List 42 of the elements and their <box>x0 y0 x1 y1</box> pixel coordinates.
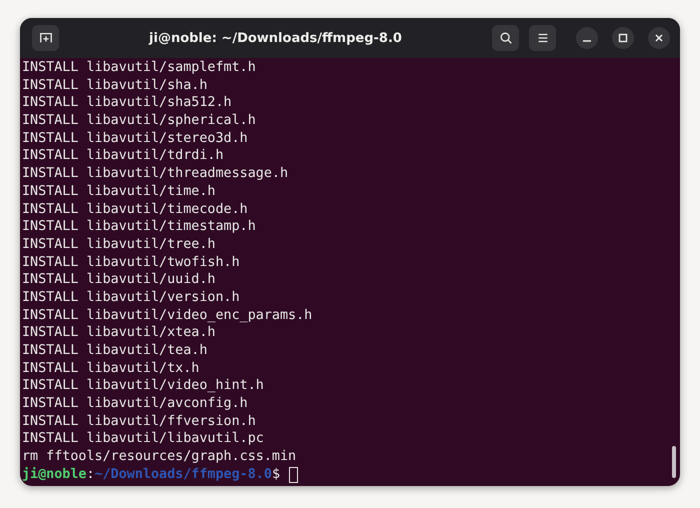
output-line: INSTALL libavutil/samplefmt.h <box>22 60 256 75</box>
new-tab-button[interactable] <box>32 25 59 51</box>
prompt-path: ~/Downloads/ffmpeg-8.0 <box>94 466 272 484</box>
output-line: INSTALL libavutil/xtea.h <box>22 325 216 340</box>
search-icon <box>498 31 512 45</box>
output-line: INSTALL libavutil/sha512.h <box>22 95 232 110</box>
prompt-separator: : <box>86 466 95 484</box>
window-title: ji@noble: ~/Downloads/ffmpeg-8.0 <box>148 30 403 46</box>
minimize-button[interactable] <box>576 27 598 49</box>
output-line: INSTALL libavutil/timestamp.h <box>22 219 256 234</box>
output-line: INSTALL libavutil/uuid.h <box>22 272 216 288</box>
output-line: INSTALL libavutil/timecode.h <box>22 202 248 216</box>
menu-button[interactable] <box>529 25 556 51</box>
output-line: INSTALL libavutil/threadmessage.h <box>22 166 288 182</box>
output-line: INSTALL libavutil/time.h <box>22 184 216 199</box>
output-line: INSTALL libavutil/twofish.h <box>22 254 240 270</box>
output-line: INSTALL libavutil/avconfig.h <box>22 396 248 412</box>
minimize-icon <box>583 40 591 42</box>
output-line: INSTALL libavutil/ffversion.h <box>22 414 256 429</box>
output-line: INSTALL libavutil/video_hint.h <box>22 378 264 394</box>
text-cursor <box>289 466 298 483</box>
scrollbar[interactable] <box>672 446 676 478</box>
output-line: INSTALL libavutil/spherical.h <box>22 113 256 128</box>
menu-icon <box>536 31 550 45</box>
maximize-icon <box>618 33 628 43</box>
prompt-symbol: $ <box>272 466 280 484</box>
prompt-user: ji@noble <box>22 466 86 484</box>
output-line: INSTALL libavutil/libavutil.pc <box>22 431 264 446</box>
output-line: INSTALL libavutil/tx.h <box>22 360 200 376</box>
output-line: INSTALL libavutil/tree.h <box>22 236 216 252</box>
output-line: INSTALL libavutil/version.h <box>22 290 240 305</box>
search-button[interactable] <box>492 25 519 51</box>
output-line: INSTALL libavutil/tea.h <box>22 343 208 358</box>
close-button[interactable] <box>648 27 670 49</box>
output-line: INSTALL libavutil/sha.h <box>22 78 208 93</box>
new-tab-icon <box>38 31 52 45</box>
output-line: INSTALL libavutil/tdrdi.h <box>22 148 224 164</box>
output-line: rm fftools/resources/graph.css.min <box>22 449 296 464</box>
close-icon <box>654 33 664 43</box>
output-line: INSTALL libavutil/stereo3d.h <box>22 130 248 146</box>
output-line: INSTALL libavutil/video_enc_params.h <box>22 308 312 323</box>
maximize-button[interactable] <box>612 27 634 49</box>
